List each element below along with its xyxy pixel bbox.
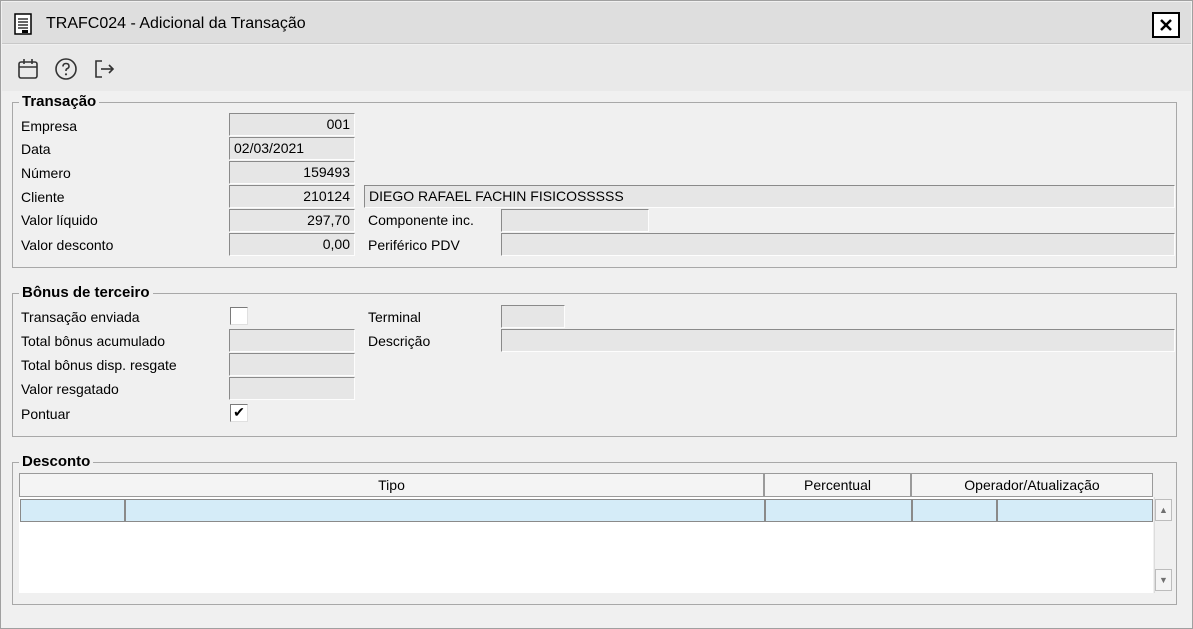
data-field[interactable]: 02/03/2021	[229, 137, 355, 160]
grid-scrollbar[interactable]: ▲ ▼	[1154, 497, 1172, 593]
periferico-field[interactable]	[501, 233, 1175, 256]
grid-cell-atualizacao[interactable]	[997, 499, 1153, 522]
valor-desconto-field[interactable]: 0,00	[229, 233, 355, 256]
close-icon	[1160, 19, 1172, 31]
bonus-legend: Bônus de terceiro	[19, 284, 153, 302]
grid-cell-tipo-descricao[interactable]	[125, 499, 765, 522]
total-disp-field[interactable]	[229, 353, 355, 376]
total-acumulado-field[interactable]	[229, 329, 355, 352]
calendar-icon[interactable]	[16, 57, 40, 81]
total-disp-label: Total bônus disp. resgate	[21, 357, 177, 373]
check-mark-icon: ✔	[233, 404, 245, 420]
transacao-enviada-label: Transação enviada	[21, 309, 140, 325]
window-title: TRAFC024 - Adicional da Transação	[46, 15, 306, 32]
componente-field[interactable]	[501, 209, 649, 232]
numero-label: Número	[21, 165, 71, 181]
transacao-legend: Transação	[19, 93, 100, 111]
grid-cell-operador[interactable]	[912, 499, 997, 522]
cliente-label: Cliente	[21, 189, 65, 205]
document-icon	[14, 13, 32, 35]
componente-label: Componente inc.	[368, 212, 474, 228]
exit-icon[interactable]	[92, 57, 116, 81]
pontuar-label: Pontuar	[21, 406, 71, 422]
valor-resgatado-field[interactable]	[229, 377, 355, 400]
close-button[interactable]	[1152, 12, 1180, 38]
bonus-group: Bônus de terceiro	[12, 284, 1177, 437]
total-acumulado-label: Total bônus acumulado	[21, 333, 165, 349]
column-header-percentual[interactable]: Percentual	[764, 473, 911, 497]
numero-field[interactable]: 159493	[229, 161, 355, 184]
descricao-field[interactable]	[501, 329, 1175, 352]
pontuar-checkbox[interactable]: ✔	[230, 404, 248, 422]
empresa-label: Empresa	[21, 118, 78, 134]
data-label: Data	[21, 141, 51, 157]
valor-liquido-label: Valor líquido	[21, 212, 98, 228]
title-bar: TRAFC024 - Adicional da Transação	[2, 2, 1191, 44]
terminal-field[interactable]	[501, 305, 565, 328]
transacao-enviada-checkbox[interactable]	[230, 307, 248, 325]
grid-cell-percentual[interactable]	[765, 499, 912, 522]
toolbar	[2, 45, 1191, 91]
empresa-field[interactable]: 001	[229, 113, 355, 136]
terminal-label: Terminal	[368, 309, 421, 325]
scroll-down-icon[interactable]: ▼	[1155, 569, 1172, 591]
cliente-codigo-field[interactable]: 210124	[229, 185, 355, 208]
column-header-operador[interactable]: Operador/Atualização	[911, 473, 1153, 497]
valor-liquido-field[interactable]: 297,70	[229, 209, 355, 232]
cliente-nome-field[interactable]: DIEGO RAFAEL FACHIN FISICOSSSSS	[364, 185, 1175, 208]
scroll-up-icon[interactable]: ▲	[1155, 499, 1172, 521]
grid-cell-tipo-codigo[interactable]	[20, 499, 125, 522]
periferico-label: Periférico PDV	[368, 237, 460, 253]
desconto-legend: Desconto	[19, 453, 94, 471]
descricao-label: Descrição	[368, 333, 431, 349]
help-icon[interactable]	[54, 57, 78, 81]
valor-resgatado-label: Valor resgatado	[21, 381, 119, 397]
column-header-tipo[interactable]: Tipo	[19, 473, 764, 497]
window: TRAFC024 - Adicional da Transação Transa…	[0, 0, 1193, 629]
valor-desconto-label: Valor desconto	[21, 237, 114, 253]
